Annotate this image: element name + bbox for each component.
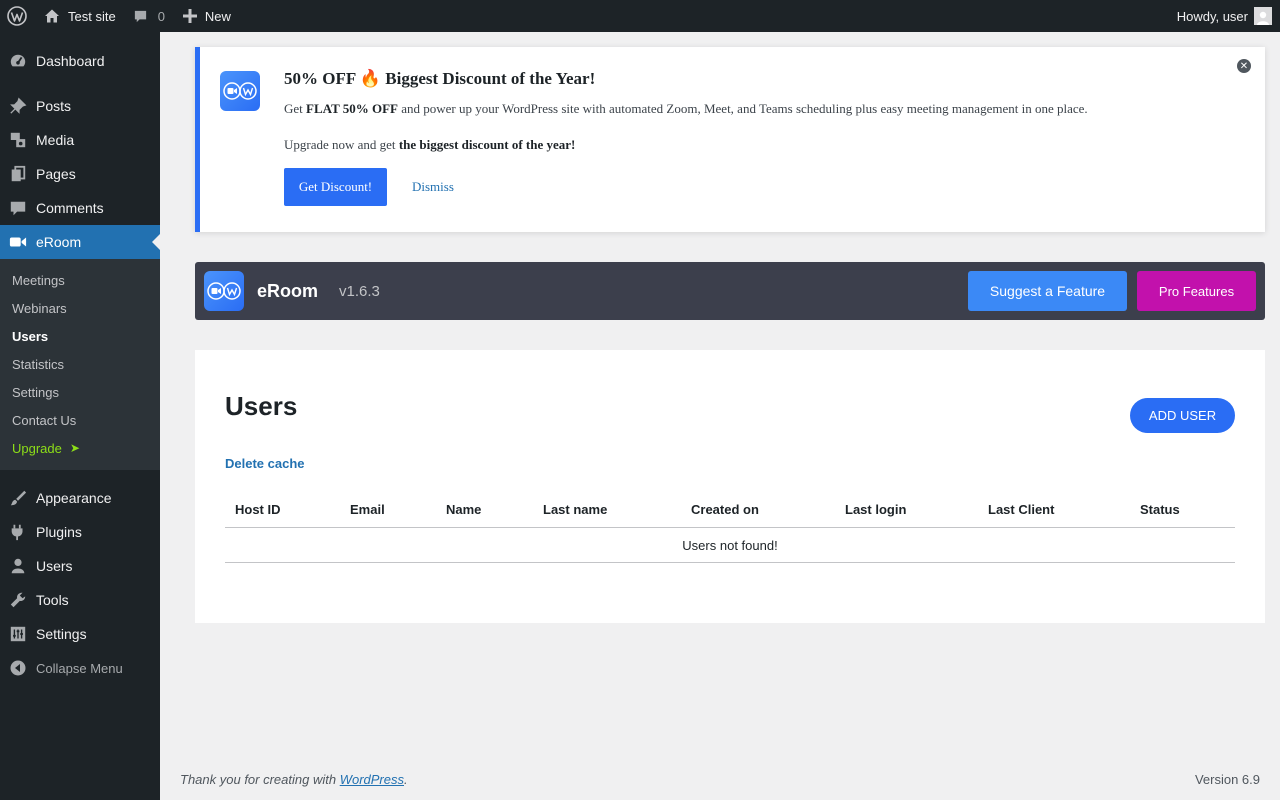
plugin-version: v1.6.3	[339, 282, 380, 300]
wp-version: Version 6.9	[1194, 772, 1260, 787]
site-name: Test site	[68, 8, 116, 24]
delete-cache-link[interactable]: Delete cache	[225, 456, 305, 471]
column-host-id[interactable]: Host ID	[235, 502, 281, 517]
get-discount-button[interactable]: Get Discount!	[284, 168, 387, 206]
column-name[interactable]: Name	[446, 502, 481, 517]
upgrade-label: Upgrade	[12, 440, 62, 456]
column-last-name[interactable]: Last name	[543, 502, 607, 517]
plugin-header: eRoom v1.6.3 Suggest a Feature Pro Featu…	[195, 262, 1265, 320]
pages-icon	[0, 165, 36, 183]
menu-label: eRoom	[36, 234, 82, 250]
avatar	[1254, 7, 1272, 25]
paintbrush-icon	[0, 489, 36, 507]
menu-comments[interactable]: Comments	[0, 191, 160, 225]
column-last-login[interactable]: Last login	[845, 502, 906, 517]
eroom-logo-icon	[220, 71, 260, 111]
users-table: Host ID Email Name Last name Created on …	[225, 491, 1235, 563]
add-user-button[interactable]: ADD USER	[1130, 398, 1235, 433]
submenu-meetings[interactable]: Meetings	[0, 266, 160, 294]
discount-notice: 50% OFF 🔥 Biggest Discount of the Year! …	[195, 47, 1265, 232]
menu-label: Tools	[36, 592, 69, 608]
menu-label: Posts	[36, 98, 72, 114]
comments-icon	[0, 199, 36, 217]
eroom-submenu: Meetings Webinars Users Statistics Setti…	[0, 259, 160, 470]
collapse-label: Collapse Menu	[36, 660, 123, 676]
submenu-contact-us[interactable]: Contact Us	[0, 406, 160, 434]
collapse-menu-button[interactable]: Collapse Menu	[0, 651, 160, 685]
notice-cta-text: Upgrade now and get the biggest discount…	[284, 137, 576, 152]
wrench-icon	[0, 591, 36, 609]
menu-posts[interactable]: Posts	[0, 89, 160, 123]
menu-plugins[interactable]: Plugins	[0, 515, 160, 549]
menu-tools[interactable]: Tools	[0, 583, 160, 617]
eroom-logo-icon	[204, 271, 244, 311]
submenu-users[interactable]: Users	[0, 322, 160, 350]
menu-dashboard[interactable]: Dashboard	[0, 44, 160, 78]
column-email[interactable]: Email	[350, 502, 385, 517]
submenu-statistics[interactable]: Statistics	[0, 350, 160, 378]
collapse-arrow-icon	[0, 660, 36, 676]
menu-label: Settings	[36, 626, 87, 642]
submenu-upgrade[interactable]: Upgrade ➤	[0, 434, 160, 462]
submenu-settings[interactable]: Settings	[0, 378, 160, 406]
new-label: New	[204, 8, 231, 24]
menu-label: Plugins	[36, 524, 82, 540]
menu-label: Media	[36, 132, 75, 148]
plug-icon	[0, 523, 36, 541]
users-panel: Users ADD USER Delete cache Host ID Emai…	[195, 350, 1265, 623]
home-icon	[45, 9, 59, 23]
page-title: Users	[225, 391, 298, 421]
menu-label: Dashboard	[36, 53, 105, 69]
pushpin-icon	[0, 97, 36, 115]
settings-sliders-icon	[0, 625, 36, 643]
menu-appearance[interactable]: Appearance	[0, 481, 160, 515]
wordpress-link[interactable]: WordPress	[340, 772, 404, 787]
user-icon	[0, 557, 36, 575]
notice-description: Get FLAT 50% OFF and power up your WordP…	[284, 101, 1088, 116]
column-status[interactable]: Status	[1140, 502, 1180, 517]
menu-media[interactable]: Media	[0, 123, 160, 157]
column-created-on[interactable]: Created on	[691, 502, 759, 517]
suggest-feature-button[interactable]: Suggest a Feature	[968, 271, 1127, 311]
comments-link[interactable]: 0	[124, 0, 173, 32]
arrow-right-icon: ➤	[69, 441, 80, 455]
admin-bar: Test site 0 New Howdy, user	[0, 0, 1280, 32]
admin-sidebar: Dashboard Posts Media Pages Comments eRo…	[0, 32, 160, 800]
my-account-link[interactable]: Howdy, user	[1177, 0, 1280, 32]
dashboard-gauge-icon	[0, 52, 36, 70]
plugin-name: eRoom	[257, 280, 319, 301]
dismiss-button[interactable]: Dismiss	[412, 168, 454, 206]
menu-label: Appearance	[36, 490, 112, 506]
menu-users[interactable]: Users	[0, 549, 160, 583]
media-icon	[0, 131, 36, 149]
menu-label: Users	[36, 558, 73, 574]
menu-eroom[interactable]: eRoom	[0, 225, 160, 259]
submenu-webinars[interactable]: Webinars	[0, 294, 160, 322]
table-header: Host ID Email Name Last name Created on …	[225, 491, 1235, 528]
new-content-link[interactable]: New	[173, 0, 239, 32]
notice-title: 50% OFF 🔥 Biggest Discount of the Year!	[284, 69, 596, 88]
comment-bubble-icon	[134, 10, 146, 22]
menu-pages[interactable]: Pages	[0, 157, 160, 191]
empty-message: Users not found!	[225, 528, 1235, 563]
site-name-link[interactable]: Test site	[34, 0, 124, 32]
close-icon[interactable]: ✕	[1237, 59, 1251, 73]
menu-settings[interactable]: Settings	[0, 617, 160, 651]
plus-icon	[182, 9, 197, 23]
wordpress-logo-icon[interactable]	[0, 0, 34, 32]
footer-thanks: Thank you for creating with WordPress.	[180, 772, 408, 787]
menu-label: Comments	[36, 200, 104, 216]
pro-features-button[interactable]: Pro Features	[1137, 271, 1256, 311]
menu-label: Pages	[36, 166, 76, 182]
video-camera-icon	[0, 235, 36, 249]
comments-count: 0	[157, 8, 165, 24]
greeting: Howdy, user	[1176, 8, 1248, 24]
column-last-client[interactable]: Last Client	[988, 502, 1054, 517]
